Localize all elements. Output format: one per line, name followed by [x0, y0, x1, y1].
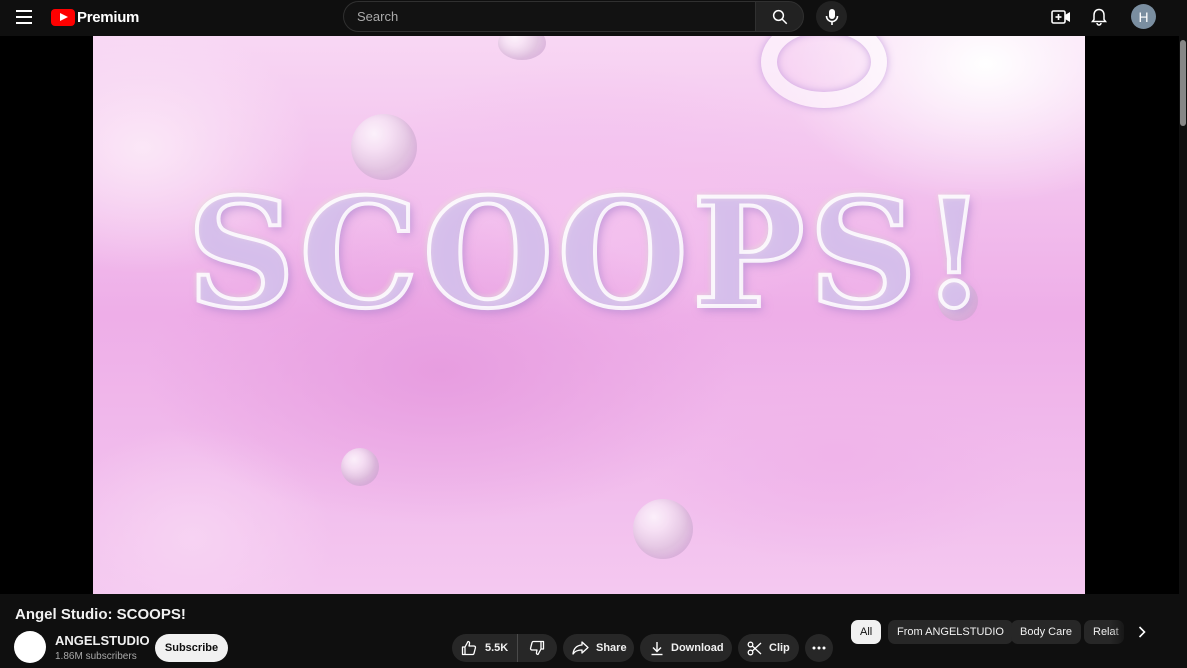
share-label: Share — [596, 642, 627, 654]
video-frame[interactable]: SCOOPS! — [93, 36, 1085, 594]
menu-icon[interactable] — [16, 10, 32, 24]
notifications-button[interactable] — [1088, 6, 1110, 28]
youtube-play-icon — [51, 8, 75, 26]
search-bar — [343, 1, 804, 32]
video-overlay-text: SCOOPS! — [185, 164, 991, 344]
dislike-button[interactable] — [518, 634, 556, 662]
voice-search-button[interactable] — [816, 1, 847, 32]
like-dislike-group: 5.5K — [452, 634, 557, 662]
search-input[interactable] — [343, 1, 755, 32]
youtube-premium-logo[interactable]: Premium — [51, 8, 139, 26]
subscribe-button[interactable]: Subscribe — [155, 634, 228, 662]
create-video-button[interactable] — [1050, 6, 1072, 28]
video-player[interactable]: SCOOPS! — [0, 36, 1179, 594]
chips-next-button[interactable] — [1131, 620, 1153, 644]
search-button[interactable] — [755, 1, 804, 32]
chips-fade — [1110, 618, 1132, 646]
share-icon — [572, 641, 589, 655]
video-title: Angel Studio: SCOOPS! — [15, 606, 186, 623]
thumbs-up-icon — [461, 640, 477, 656]
scissors-icon — [747, 641, 762, 655]
chevron-right-icon — [1138, 626, 1146, 638]
download-icon — [651, 641, 663, 655]
clip-label: Clip — [769, 642, 790, 654]
chip-body-care[interactable]: Body Care — [1011, 620, 1081, 644]
like-button[interactable]: 5.5K — [452, 634, 518, 662]
logo-text: Premium — [77, 8, 140, 26]
more-actions-button[interactable] — [805, 634, 833, 662]
page-scrollbar[interactable] — [1179, 36, 1187, 668]
bubble — [498, 36, 546, 60]
bell-icon — [1091, 8, 1107, 26]
clip-button[interactable]: Clip — [738, 634, 799, 662]
channel-name[interactable]: ANGELSTUDIO — [55, 633, 150, 648]
subscriber-count: 1.86M subscribers — [55, 651, 137, 662]
chip-from-channel[interactable]: From ANGELSTUDIO — [888, 620, 1013, 644]
account-avatar[interactable]: H — [1131, 4, 1156, 29]
share-button[interactable]: Share — [563, 634, 634, 662]
search-icon — [772, 9, 787, 24]
more-horizontal-icon — [812, 646, 826, 650]
top-bar: Premium H — [0, 0, 1187, 36]
floating-letter-o — [761, 36, 887, 108]
download-button[interactable]: Download — [640, 634, 732, 662]
microphone-icon — [825, 8, 838, 25]
bubble — [341, 448, 379, 486]
like-count: 5.5K — [485, 642, 509, 654]
create-video-icon — [1051, 10, 1070, 24]
bubble — [633, 499, 693, 559]
scrollbar-thumb[interactable] — [1180, 40, 1186, 126]
thumbs-down-icon — [529, 640, 545, 656]
channel-avatar[interactable] — [14, 631, 46, 663]
download-label: Download — [671, 642, 724, 654]
chip-all[interactable]: All — [851, 620, 882, 644]
